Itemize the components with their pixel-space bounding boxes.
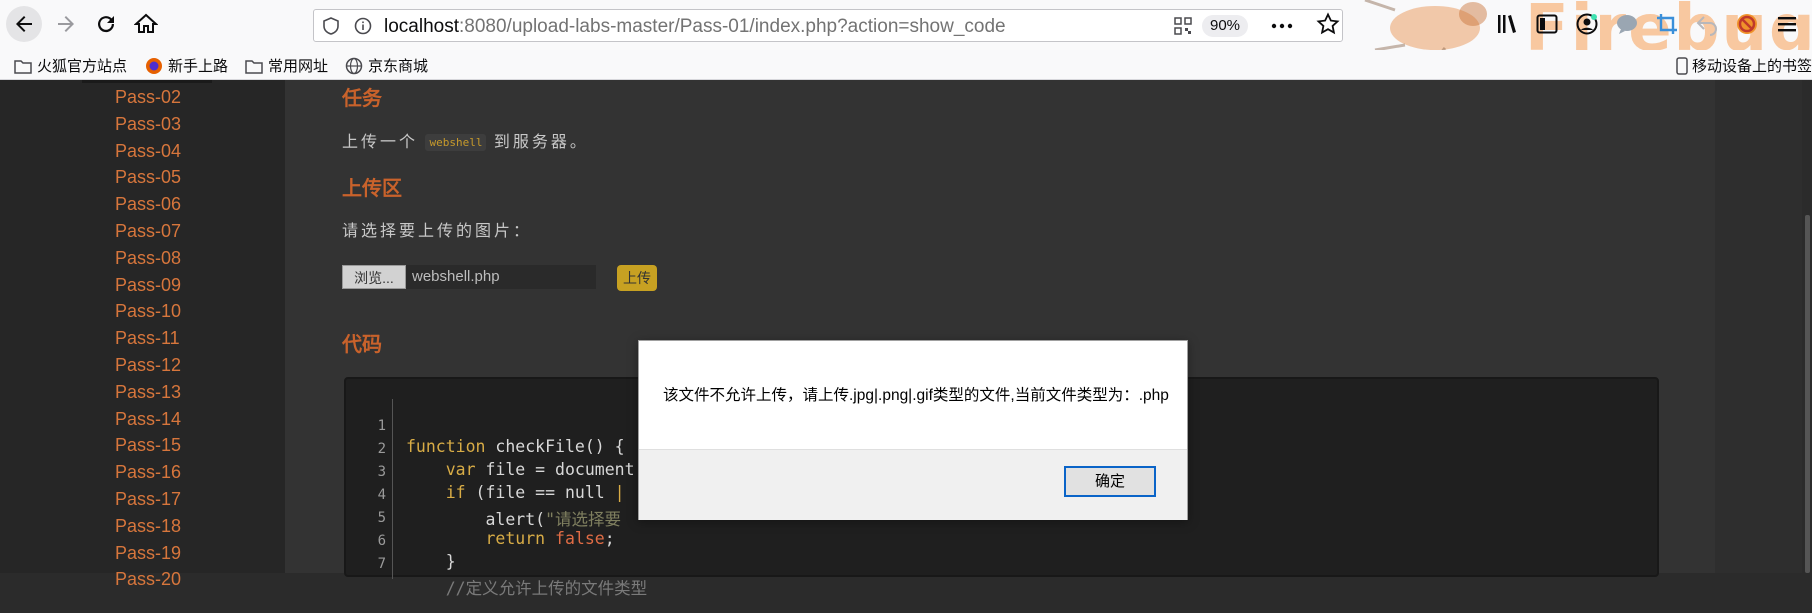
- sidebar-item-pass[interactable]: Pass-03: [115, 111, 181, 138]
- page-scrollbar[interactable]: [1802, 80, 1812, 573]
- library-icon[interactable]: [1495, 12, 1519, 36]
- browser-toolbar: localhost:8080/upload-labs-master/Pass-0…: [0, 0, 1812, 66]
- folder-icon: [14, 59, 32, 74]
- alert-message: 该文件不允许上传，请上传.jpg|.png|.gif类型的文件,当前文件类型为：…: [663, 387, 1169, 404]
- sidebar-item-pass[interactable]: Pass-14: [115, 406, 181, 433]
- sidebar-item-pass[interactable]: Pass-08: [115, 245, 181, 272]
- bookmark-getting-started[interactable]: 新手上路: [145, 55, 228, 76]
- sidebar-item-pass[interactable]: Pass-20: [115, 566, 181, 593]
- alert-dialog: 该文件不允许上传，请上传.jpg|.png|.gif类型的文件,当前文件类型为：…: [638, 340, 1188, 520]
- code-line: 4 alert("请选择要: [377, 487, 622, 529]
- upload-prompt: 请选择要上传的图片：: [342, 223, 533, 240]
- sidebar-item-pass[interactable]: Pass-15: [115, 432, 181, 459]
- upload-button[interactable]: 上传: [617, 265, 657, 291]
- reload-icon: [98, 16, 115, 33]
- file-name-field[interactable]: webshell.php: [406, 265, 596, 289]
- code-line: 7 //定义允许上传的文件类型: [377, 556, 648, 598]
- sidebar-item-pass[interactable]: Pass-05: [115, 164, 181, 191]
- upload-heading: 上传区: [342, 178, 402, 200]
- reload-button[interactable]: [88, 6, 124, 42]
- info-icon[interactable]: [354, 17, 372, 35]
- sidebar-item-pass[interactable]: Pass-19: [115, 540, 181, 567]
- address-bar[interactable]: localhost:8080/upload-labs-master/Pass-0…: [313, 9, 1343, 42]
- code-line: 2 var file = document: [377, 441, 635, 479]
- mobile-bookmarks[interactable]: 移动设备上的书签: [1676, 55, 1812, 76]
- code-line: 5 return false;: [377, 510, 615, 548]
- sidebar-item-pass[interactable]: Pass-18: [115, 513, 181, 540]
- sidebar-item-pass[interactable]: Pass-07: [115, 218, 181, 245]
- bookmark-firefox-official[interactable]: 火狐官方站点: [14, 55, 127, 76]
- home-button[interactable]: [128, 6, 164, 42]
- code-heading: 代码: [342, 334, 382, 356]
- task-heading: 任务: [342, 88, 382, 110]
- right-panel: [1715, 80, 1812, 573]
- sidebar-item-pass[interactable]: Pass-11: [115, 325, 181, 352]
- task-text: 上传一个 webshell 到服务器。: [342, 134, 589, 152]
- arrow-left-icon: [16, 16, 32, 32]
- sidebar-active-bar: [82, 80, 212, 83]
- sidebar-item-pass[interactable]: Pass-16: [115, 459, 181, 486]
- sidebar-item-pass[interactable]: Pass-06: [115, 191, 181, 218]
- chat-icon[interactable]: [1615, 12, 1639, 36]
- scrollbar-thumb[interactable]: [1805, 215, 1810, 573]
- pass-list: Pass-02 Pass-03 Pass-04 Pass-05 Pass-06 Pass-…: [115, 84, 181, 593]
- bookmark-jd-mall[interactable]: 京东商城: [345, 55, 428, 76]
- arrow-right-icon: [58, 16, 74, 32]
- alert-footer: 确定: [639, 449, 1187, 520]
- firebug-bug-icon: [1364, 0, 1487, 50]
- level-sidebar: Pass-02 Pass-03 Pass-04 Pass-05 Pass-06 Pass-…: [0, 80, 285, 589]
- home-icon: [134, 13, 158, 33]
- bookmark-common-sites[interactable]: 常用网址: [245, 55, 328, 76]
- ok-button[interactable]: 确定: [1064, 466, 1156, 497]
- globe-icon: [345, 57, 363, 74]
- code-line: 3 if (file == null |: [377, 464, 625, 502]
- sidebar-item-pass[interactable]: Pass-09: [115, 272, 181, 299]
- zoom-level[interactable]: 90%: [1202, 15, 1248, 37]
- bookmark-star-icon[interactable]: [1316, 12, 1340, 36]
- crop-icon[interactable]: [1655, 12, 1679, 36]
- qr-code-icon[interactable]: [1174, 17, 1192, 35]
- sidebar-item-pass[interactable]: Pass-02: [115, 84, 181, 111]
- sidebar-item-pass[interactable]: Pass-04: [115, 138, 181, 165]
- mobile-device-icon: [1676, 56, 1688, 75]
- undo-icon[interactable]: [1695, 12, 1719, 36]
- sidebar-item-pass[interactable]: Pass-17: [115, 486, 181, 513]
- code-line: 6 }: [377, 533, 456, 571]
- sidebar-item-pass[interactable]: Pass-10: [115, 298, 181, 325]
- sidebar-item-pass[interactable]: Pass-13: [115, 379, 181, 406]
- browse-button[interactable]: 浏览...: [342, 265, 406, 289]
- back-button[interactable]: [6, 6, 42, 42]
- account-icon[interactable]: [1575, 12, 1599, 36]
- more-actions-icon[interactable]: [1270, 14, 1294, 38]
- forward-button[interactable]: [48, 6, 84, 42]
- sidebar-item-pass[interactable]: Pass-12: [115, 352, 181, 379]
- shield-icon[interactable]: [322, 17, 340, 35]
- folder-icon: [245, 59, 263, 74]
- menu-icon[interactable]: [1775, 12, 1799, 36]
- sidebar-icon[interactable]: [1535, 12, 1559, 36]
- blocked-icon[interactable]: [1735, 12, 1759, 36]
- firefox-icon: [146, 57, 162, 74]
- url-text[interactable]: localhost:8080/upload-labs-master/Pass-0…: [384, 16, 1006, 38]
- bookmarks-bar: 火狐官方站点 新手上路 常用网址 京东商城 移动设备上的书签: [0, 50, 1812, 80]
- code-line: 1 function checkFile() {: [377, 418, 625, 456]
- task-code: webshell: [425, 134, 487, 152]
